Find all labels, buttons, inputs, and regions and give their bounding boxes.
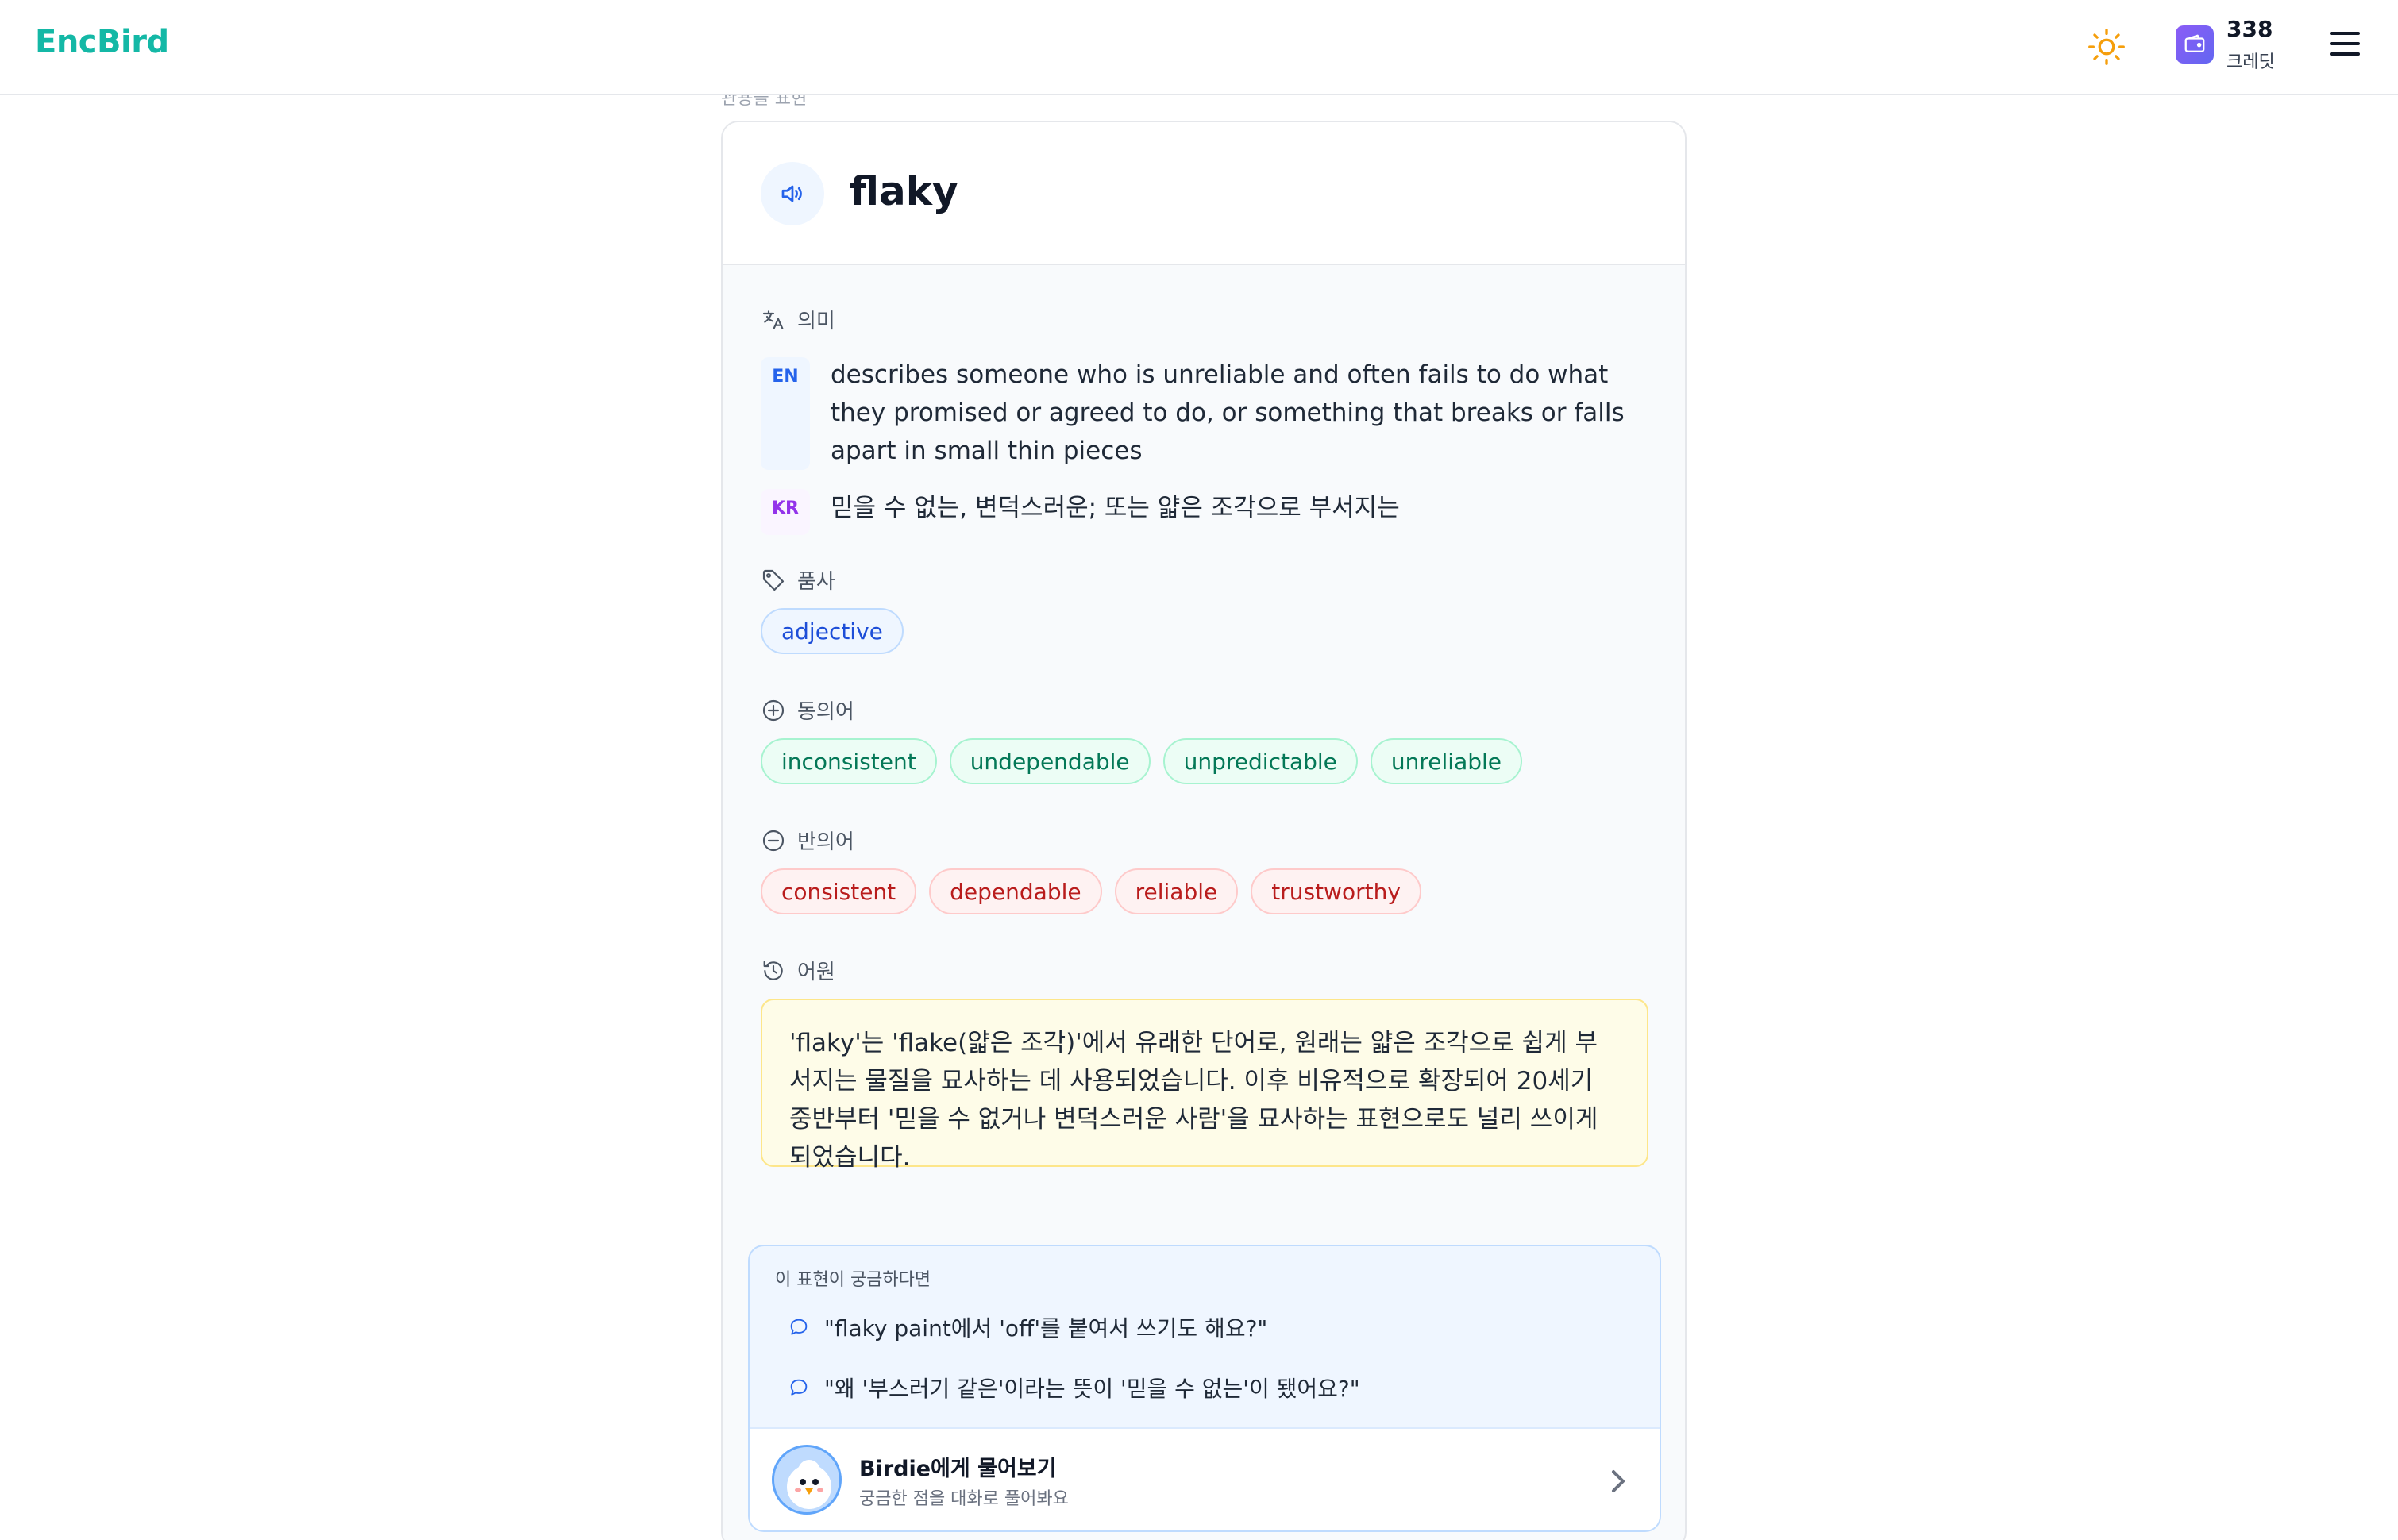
minus-circle-icon: [762, 830, 785, 851]
speaker-icon: [781, 185, 802, 202]
antonym-chips: consistent dependable reliable trustwort…: [761, 868, 1421, 914]
antonym-chip[interactable]: reliable: [1114, 868, 1239, 914]
pos-label: 품사: [761, 565, 835, 595]
birdie-title: Birdie에게 물어보기: [859, 1457, 1057, 1481]
menu-icon[interactable]: [2330, 32, 2360, 59]
meaning-label: 의미: [761, 305, 835, 334]
chat-bubble-icon: [790, 1379, 808, 1396]
synonym-chips: inconsistent undependable unpredictable …: [761, 738, 1523, 784]
definition-kr: 믿을 수 없는, 변덕스러운; 또는 얇은 조각으로 부서지는: [831, 494, 1400, 522]
ask-panel: 이 표현이 궁금하다면 "flaky paint에서 'off'를 붙여서 쓰기…: [748, 1245, 1661, 1532]
etymology-label: 어원: [761, 956, 835, 985]
chevron-right-icon: [1612, 1470, 1625, 1492]
word-header: flaky: [723, 122, 1685, 265]
translate-icon: [762, 310, 784, 329]
logo[interactable]: EncBird: [35, 24, 169, 60]
tag-icon: [762, 569, 785, 591]
pronounce-button[interactable]: [761, 162, 824, 225]
antonym-chip[interactable]: trustworthy: [1251, 868, 1421, 914]
en-tag: EN: [761, 357, 810, 470]
synonym-chip[interactable]: undependable: [949, 738, 1151, 784]
ask-birdie-button[interactable]: Birdie에게 물어보기 궁금한 점을 대화로 풀어봐요: [750, 1427, 1660, 1530]
credit-count: 338: [2226, 16, 2273, 42]
app-header: EncBird 338 크레딧: [0, 0, 2398, 95]
word-card: flaky 의미 EN describes someone who is unr…: [721, 121, 1687, 1540]
synonym-chip[interactable]: unreliable: [1370, 738, 1523, 784]
credit-label: 크레딧: [2226, 52, 2275, 72]
chat-bubble-icon: [790, 1319, 808, 1335]
ask-title: 이 표현이 궁금하다면: [775, 1270, 931, 1290]
pos-chips: adjective: [761, 608, 904, 654]
synonyms-label: 동의어: [761, 695, 854, 725]
kr-tag: KR: [761, 489, 810, 535]
suggested-question[interactable]: "flaky paint에서 'off'를 붙여서 쓰기도 해요?": [788, 1311, 1267, 1343]
antonym-chip[interactable]: dependable: [929, 868, 1102, 914]
etymology-text: 'flaky'는 'flake(얇은 조각)'에서 유래한 단어로, 원래는 얇…: [761, 999, 1648, 1172]
synonym-chip[interactable]: unpredictable: [1162, 738, 1358, 784]
headword: flaky: [850, 168, 958, 214]
suggested-question[interactable]: "왜 '부스러기 같은'이라는 뜻이 '믿을 수 없는'이 됐어요?": [788, 1372, 1360, 1403]
antonym-chip[interactable]: consistent: [761, 868, 917, 914]
definition-en: describes someone who is unreliable and …: [831, 360, 1625, 465]
birdie-subtitle: 궁금한 점을 대화로 풀어봐요: [859, 1489, 1069, 1509]
pos-chip[interactable]: adjective: [761, 608, 904, 654]
plus-circle-icon: [762, 699, 785, 721]
sun-icon[interactable]: [2087, 27, 2126, 67]
synonym-chip[interactable]: inconsistent: [761, 738, 937, 784]
history-icon: [763, 961, 783, 980]
wallet-icon[interactable]: [2176, 25, 2214, 64]
antonyms-label: 반의어: [761, 826, 854, 855]
birdie-avatar: [772, 1445, 842, 1515]
